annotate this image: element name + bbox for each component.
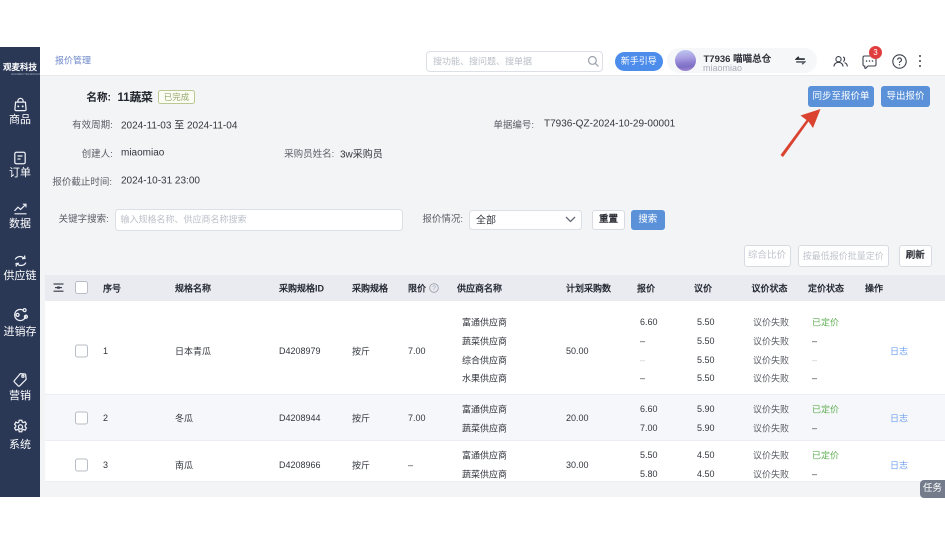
svg-text:?: ? (432, 286, 436, 293)
